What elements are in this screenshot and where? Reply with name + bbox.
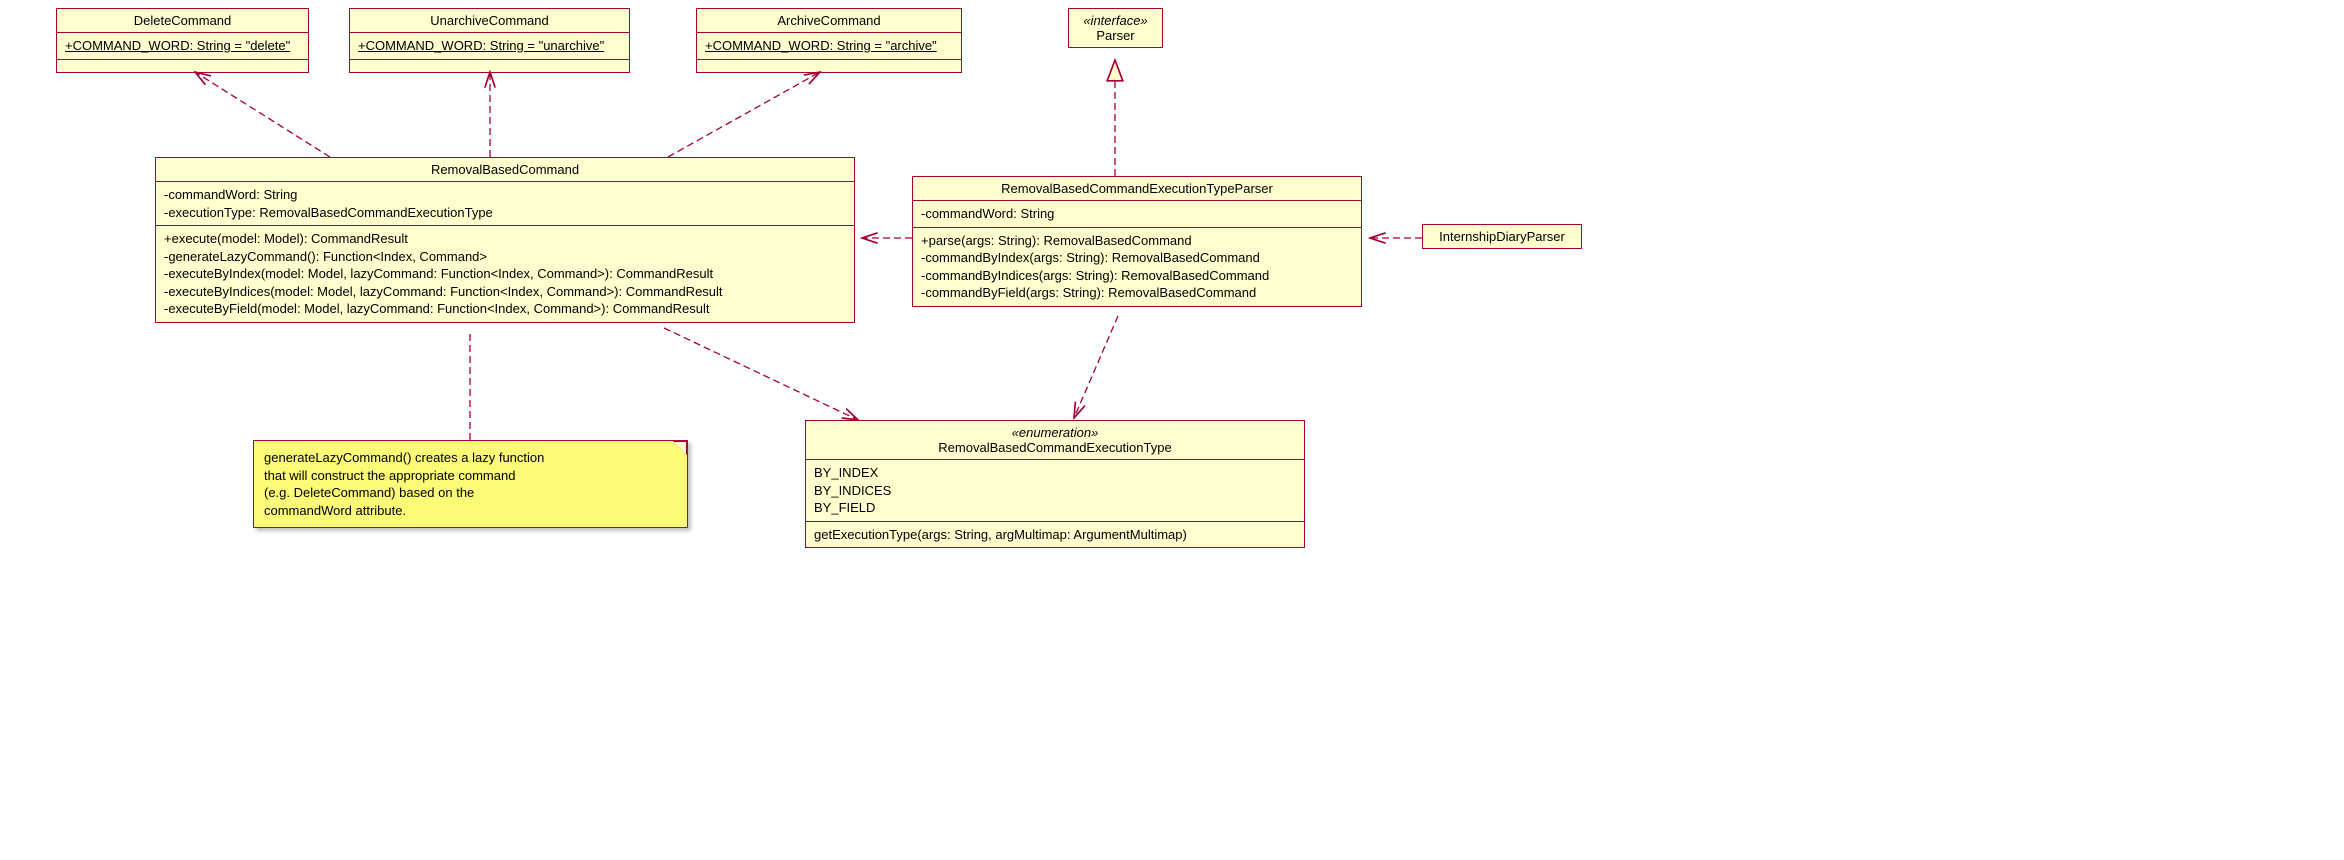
stereotype: «enumeration» — [1012, 425, 1099, 440]
class-removal-based-command: RemovalBasedCommand -commandWord: String… — [155, 157, 855, 323]
uml-note: generateLazyCommand() creates a lazy fun… — [253, 440, 688, 528]
class-archive-command: ArchiveCommand +COMMAND_WORD: String = "… — [696, 8, 962, 73]
class-title: «enumeration» RemovalBasedCommandExecuti… — [806, 421, 1304, 460]
class-operation: -commandByIndex(args: String): RemovalBa… — [921, 249, 1353, 267]
stereotype: «interface» — [1083, 13, 1147, 28]
class-attribute: -commandWord: String — [164, 186, 846, 204]
class-attribute: -commandWord: String — [921, 205, 1353, 223]
class-unarchive-command: UnarchiveCommand +COMMAND_WORD: String =… — [349, 8, 630, 73]
class-title: RemovalBasedCommandExecutionTypeParser — [913, 177, 1361, 201]
class-empty-section — [350, 60, 629, 72]
class-delete-command: DeleteCommand +COMMAND_WORD: String = "d… — [56, 8, 309, 73]
class-empty-section — [697, 60, 961, 72]
class-attributes: -commandWord: String -executionType: Rem… — [156, 182, 854, 226]
class-attribute: -executionType: RemovalBasedCommandExecu… — [164, 204, 846, 222]
class-parser-interface: «interface» Parser — [1068, 8, 1163, 48]
class-empty-section — [57, 60, 308, 72]
class-attributes: -commandWord: String — [913, 201, 1361, 228]
class-attribute: +COMMAND_WORD: String = "delete" — [57, 33, 308, 60]
class-attribute: +COMMAND_WORD: String = "unarchive" — [350, 33, 629, 60]
enum-value: BY_FIELD — [814, 499, 1296, 517]
class-operation: -executeByIndices(model: Model, lazyComm… — [164, 283, 846, 301]
class-operation: -commandByField(args: String): RemovalBa… — [921, 284, 1353, 302]
class-name: Parser — [1096, 28, 1134, 43]
class-attribute: +COMMAND_WORD: String = "archive" — [697, 33, 961, 60]
dep-removal-to-delete — [195, 72, 330, 157]
dep-removal-to-archive — [668, 72, 820, 157]
dep-parser-to-enum — [1074, 316, 1118, 418]
class-title: ArchiveCommand — [697, 9, 961, 33]
class-title: «interface» Parser — [1069, 9, 1162, 47]
class-operations: getExecutionType(args: String, argMultim… — [806, 522, 1304, 548]
dep-removal-to-enum — [664, 328, 858, 420]
class-title: InternshipDiaryParser — [1423, 225, 1581, 248]
class-operations: +execute(model: Model): CommandResult -g… — [156, 226, 854, 322]
class-operation: -executeByField(model: Model, lazyComman… — [164, 300, 846, 318]
note-line: generateLazyCommand() creates a lazy fun… — [264, 449, 677, 467]
class-operation: -commandByIndices(args: String): Removal… — [921, 267, 1353, 285]
class-title: DeleteCommand — [57, 9, 308, 33]
class-operation: +parse(args: String): RemovalBasedComman… — [921, 232, 1353, 250]
class-operation: -executeByIndex(model: Model, lazyComman… — [164, 265, 846, 283]
class-name: RemovalBasedCommandExecutionType — [938, 440, 1171, 455]
class-internship-diary-parser: InternshipDiaryParser — [1422, 224, 1582, 249]
class-title: RemovalBasedCommand — [156, 158, 854, 182]
class-operations: +parse(args: String): RemovalBasedComman… — [913, 228, 1361, 306]
enum-value: BY_INDICES — [814, 482, 1296, 500]
class-operation: -generateLazyCommand(): Function<Index, … — [164, 248, 846, 266]
note-line: (e.g. DeleteCommand) based on the — [264, 484, 677, 502]
class-title: UnarchiveCommand — [350, 9, 629, 33]
class-execution-type-enum: «enumeration» RemovalBasedCommandExecuti… — [805, 420, 1305, 548]
enum-value: BY_INDEX — [814, 464, 1296, 482]
class-operation: +execute(model: Model): CommandResult — [164, 230, 846, 248]
class-execution-type-parser: RemovalBasedCommandExecutionTypeParser -… — [912, 176, 1362, 307]
note-line: commandWord attribute. — [264, 502, 677, 520]
enum-values: BY_INDEX BY_INDICES BY_FIELD — [806, 460, 1304, 522]
note-line: that will construct the appropriate comm… — [264, 467, 677, 485]
class-operation: getExecutionType(args: String, argMultim… — [814, 526, 1296, 544]
